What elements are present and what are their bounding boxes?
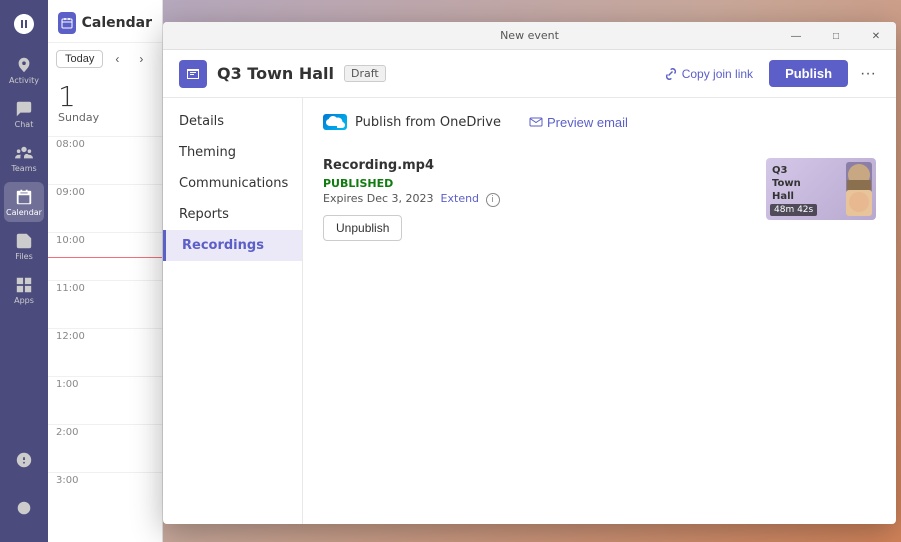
content-area: Details Theming Communications Reports R… — [163, 98, 896, 524]
time-0800: 08:00 — [48, 136, 162, 184]
calendar-title: Calendar — [82, 15, 152, 31]
nav-item-theming[interactable]: Theming — [163, 137, 302, 168]
calendar-header: Calendar — [48, 0, 162, 43]
sidebar-item-calendar[interactable]: Calendar — [4, 182, 44, 222]
window-controls: — □ ✕ — [776, 22, 896, 50]
sidebar-item-teams[interactable]: Teams — [4, 138, 44, 178]
time-1300: 1:00 — [48, 376, 162, 424]
time-0900: 09:00 — [48, 184, 162, 232]
nav-item-details[interactable]: Details — [163, 106, 302, 137]
calendar-day: 1 Sunday — [48, 75, 162, 132]
close-button[interactable]: ✕ — [856, 22, 896, 50]
recording-thumbnail: Q3TownHall 48m 42s — [766, 158, 876, 220]
event-header: Q3 Town Hall Draft Copy join link Publis… — [163, 50, 896, 98]
teams-sidebar: Activity Chat Teams Calendar Files Apps — [0, 0, 48, 542]
info-icon: i — [486, 193, 500, 207]
settings-button[interactable] — [4, 488, 44, 528]
event-modal: New event — □ ✕ Q3 Town Hall Draft Copy … — [163, 22, 896, 524]
calendar-panel: Calendar Today ‹ › 1 Sunday 08:00 09:00 … — [48, 0, 163, 542]
onedrive-header: Publish from OneDrive Preview email — [323, 114, 876, 130]
day-name: Sunday — [58, 111, 152, 124]
calendar-nav: Today ‹ › — [48, 43, 162, 75]
recording-name: Recording.mp4 — [323, 158, 750, 173]
preview-email-label: Preview email — [547, 115, 628, 130]
nav-item-recordings[interactable]: Recordings — [163, 230, 302, 261]
recording-info: Recording.mp4 PUBLISHED Expires Dec 3, 2… — [323, 158, 750, 241]
onedrive-icon — [323, 114, 347, 130]
extend-link[interactable]: Extend — [441, 192, 480, 205]
sidebar-label-chat: Chat — [15, 120, 34, 129]
thumbnail-text: Q3TownHall — [772, 164, 801, 203]
time-1500: 3:00 — [48, 472, 162, 520]
calendar-times: 08:00 09:00 10:00 11:00 12:00 1:00 2:00 … — [48, 132, 162, 542]
sidebar-label-files: Files — [15, 252, 33, 261]
event-title: Q3 Town Hall — [217, 64, 334, 83]
time-1000: 10:00 — [48, 232, 162, 280]
publish-button[interactable]: Publish — [769, 60, 848, 87]
copy-link-label: Copy join link — [682, 67, 753, 81]
sidebar-item-apps[interactable]: Apps — [4, 270, 44, 310]
modal-titlebar: New event — □ ✕ — [163, 22, 896, 50]
time-1200: 12:00 — [48, 328, 162, 376]
nav-item-communications[interactable]: Communications — [163, 168, 302, 199]
recording-card: Recording.mp4 PUBLISHED Expires Dec 3, 2… — [323, 146, 876, 253]
event-icon — [179, 60, 207, 88]
event-header-actions: Copy join link Publish ··· — [656, 60, 880, 87]
sidebar-label-activity: Activity — [9, 76, 39, 85]
onedrive-label: Publish from OneDrive — [355, 115, 501, 130]
teams-logo — [8, 8, 40, 40]
sidebar-bottom — [4, 438, 44, 542]
preview-email-button[interactable]: Preview email — [529, 115, 628, 130]
unpublish-button[interactable]: Unpublish — [323, 215, 402, 241]
sidebar-label-calendar: Calendar — [6, 208, 42, 217]
sidebar-item-activity[interactable]: Activity — [4, 50, 44, 90]
next-button[interactable]: › — [131, 49, 151, 69]
modal-title: New event — [500, 29, 559, 42]
more-options-button[interactable]: ··· — [856, 61, 880, 87]
left-nav: Details Theming Communications Reports R… — [163, 98, 303, 524]
main-content: Publish from OneDrive Preview email Reco… — [303, 98, 896, 524]
nav-item-reports[interactable]: Reports — [163, 199, 302, 230]
today-button[interactable]: Today — [56, 50, 103, 68]
minimize-button[interactable]: — — [776, 22, 816, 50]
sidebar-label-teams: Teams — [11, 164, 36, 173]
calendar-icon — [58, 12, 76, 34]
copy-join-link-button[interactable]: Copy join link — [656, 63, 761, 85]
sidebar-item-files[interactable]: Files — [4, 226, 44, 266]
draft-badge: Draft — [344, 65, 386, 82]
maximize-button[interactable]: □ — [816, 22, 856, 50]
sidebar-label-apps: Apps — [14, 296, 34, 305]
help-button[interactable] — [4, 440, 44, 480]
time-1100: 11:00 — [48, 280, 162, 328]
thumbnail-duration: 48m 42s — [770, 204, 817, 216]
current-time-indicator — [48, 257, 162, 258]
published-status: PUBLISHED — [323, 177, 750, 190]
day-number: 1 — [58, 83, 152, 111]
thumbnail-avatar-bottom — [846, 190, 872, 216]
prev-button[interactable]: ‹ — [107, 49, 127, 69]
time-1400: 2:00 — [48, 424, 162, 472]
expires-text: Expires Dec 3, 2023 Extend i — [323, 192, 750, 207]
sidebar-item-chat[interactable]: Chat — [4, 94, 44, 134]
